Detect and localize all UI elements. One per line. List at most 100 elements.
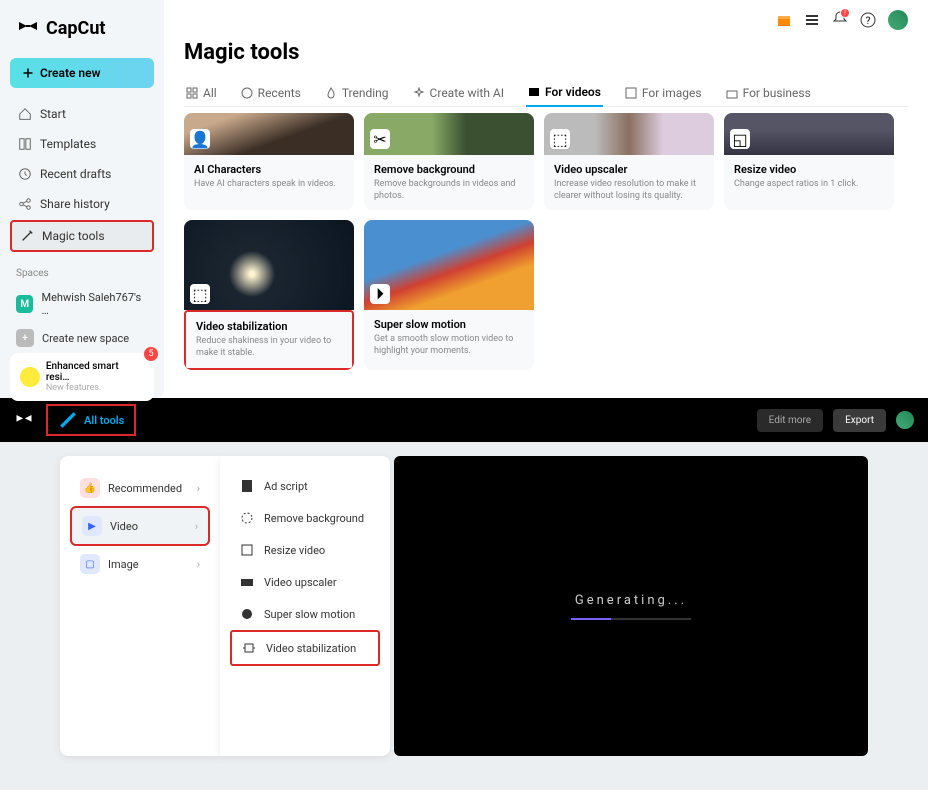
clock-icon	[18, 167, 32, 181]
video-preview: Generating...	[394, 456, 868, 756]
sparkle-icon	[413, 87, 425, 99]
tab-trending[interactable]: Trending	[323, 79, 391, 106]
home-icon	[18, 107, 32, 121]
chevron-right-icon: ›	[197, 482, 200, 495]
category-video[interactable]: ▶Video›	[70, 506, 210, 546]
card-thumbnail: ◱	[724, 113, 894, 155]
tool-video-stabilization[interactable]: Video stabilization	[230, 630, 380, 666]
magic-icon	[20, 229, 34, 243]
card-title: Video upscaler	[554, 163, 704, 176]
edit-more-button[interactable]: Edit more	[757, 409, 824, 432]
space-user[interactable]: MMehwish Saleh767's …	[10, 285, 154, 323]
tab-for-images[interactable]: For images	[623, 79, 704, 106]
card-thumbnail: ⬚	[544, 113, 714, 155]
tool-submenu: Ad script Remove background Resize video…	[220, 456, 390, 756]
tab-for-videos[interactable]: For videos	[526, 79, 603, 107]
feature-title: Enhanced smart resi…	[46, 361, 144, 383]
editor-topbar: All tools Edit more Export	[0, 398, 928, 442]
card-icon: ◱	[730, 129, 750, 149]
card-thumbnail: ✂	[364, 113, 534, 155]
tab-all[interactable]: All	[184, 79, 219, 106]
fire-icon	[325, 87, 337, 99]
card-video-upscaler[interactable]: ⬚ Video upscaler Increase video resolutio…	[544, 113, 714, 210]
card-remove-background[interactable]: ✂ Remove backgroundRemove backgrounds in…	[364, 113, 534, 210]
card-title: AI Characters	[194, 163, 344, 176]
card-desc: Change aspect ratios in 1 click.	[734, 179, 884, 191]
upscale-icon	[240, 575, 254, 589]
create-new-button[interactable]: Create new	[10, 58, 154, 88]
card-super-slow-motion[interactable]: ⏵ Super slow motion Get a smooth slow mot…	[364, 220, 534, 369]
chevron-right-icon: ›	[197, 558, 200, 571]
resize-icon	[240, 543, 254, 557]
tab-create-ai[interactable]: Create with AI	[411, 79, 506, 106]
stack-icon[interactable]	[804, 12, 820, 28]
grid-icon	[186, 87, 198, 99]
capcut-logo-icon[interactable]	[14, 410, 34, 430]
sidebar: CapCut Create new Start Templates Recent…	[0, 0, 164, 398]
tool-resize-video[interactable]: Resize video	[230, 534, 380, 566]
image-icon: ▢	[80, 554, 100, 574]
card-icon: ⏵	[370, 284, 390, 304]
plus-icon	[22, 67, 34, 79]
card-title: Remove background	[374, 163, 524, 176]
card-ai-characters[interactable]: 👤 AI Characters Have AI characters speak …	[184, 113, 354, 210]
feature-badge-count: 5	[144, 347, 158, 361]
svg-text:?: ?	[866, 16, 871, 27]
video-icon	[528, 86, 540, 98]
export-button[interactable]: Export	[833, 409, 886, 432]
main-content: ! ? Magic tools All Recents Trending Cre…	[164, 0, 928, 398]
share-icon	[18, 197, 32, 211]
spaces-heading: Spaces	[16, 268, 154, 279]
nav-magic-tools[interactable]: Magic tools	[10, 220, 154, 252]
card-icon: 👤	[190, 129, 210, 149]
user-avatar[interactable]	[888, 10, 908, 30]
help-icon[interactable]: ?	[860, 12, 876, 28]
page-title: Magic tools	[184, 40, 908, 65]
tool-ad-script[interactable]: Ad script	[230, 470, 380, 502]
tab-recents[interactable]: Recents	[239, 79, 303, 106]
clock-icon	[241, 87, 253, 99]
card-desc: Increase video resolution to make it cle…	[554, 179, 704, 202]
feature-promo[interactable]: 5 Enhanced smart resi… New features.	[10, 353, 154, 401]
card-video-stabilization[interactable]: ⬚ Video stabilizationReduce shakiness in…	[184, 220, 354, 369]
plus-badge: +	[16, 329, 34, 347]
generating-text: Generating...	[575, 593, 687, 608]
nav-start[interactable]: Start	[10, 100, 154, 128]
card-title: Resize video	[734, 163, 884, 176]
nav-share-history[interactable]: Share history	[10, 190, 154, 218]
tool-super-slow-motion[interactable]: Super slow motion	[230, 598, 380, 630]
brand-logo[interactable]: CapCut	[10, 12, 154, 44]
magic-icon	[58, 410, 78, 430]
card-title: Super slow motion	[374, 318, 524, 331]
card-icon: ⬚	[190, 284, 210, 304]
thumbs-up-icon: 👍	[80, 478, 100, 498]
capcut-logo-icon	[16, 16, 40, 40]
card-resize-video[interactable]: ◱ Resize video Change aspect ratios in 1 …	[724, 113, 894, 210]
feature-subtitle: New features.	[46, 383, 144, 393]
slowmo-icon	[240, 607, 254, 621]
all-tools-button[interactable]: All tools	[46, 404, 136, 436]
tool-remove-background[interactable]: Remove background	[230, 502, 380, 534]
progress-bar	[571, 618, 691, 620]
bg-icon	[240, 511, 254, 525]
gift-icon[interactable]	[776, 12, 792, 28]
tool-video-upscaler[interactable]: Video upscaler	[230, 566, 380, 598]
category-recommended[interactable]: 👍Recommended›	[70, 470, 210, 506]
tab-for-business[interactable]: For business	[724, 79, 813, 106]
filter-tabs: All Recents Trending Create with AI For …	[184, 79, 908, 107]
brand-name: CapCut	[46, 18, 105, 39]
notifications-button[interactable]: !	[832, 10, 848, 30]
card-icon: ✂	[370, 129, 390, 149]
card-thumbnail: ⏵	[364, 220, 534, 310]
nav-templates[interactable]: Templates	[10, 130, 154, 158]
space-create-new[interactable]: +Create new space	[10, 323, 154, 353]
user-avatar[interactable]	[896, 411, 914, 429]
templates-icon	[18, 137, 32, 151]
category-image[interactable]: ▢Image›	[70, 546, 210, 582]
video-icon: ▶	[82, 516, 102, 536]
editor-section: All tools Edit more Export 👍Recommended›…	[0, 398, 928, 790]
sparkle-icon	[20, 367, 40, 387]
card-desc: Get a smooth slow motion video to highli…	[374, 334, 524, 357]
card-desc: Have AI characters speak in videos.	[194, 179, 344, 191]
nav-recent-drafts[interactable]: Recent drafts	[10, 160, 154, 188]
